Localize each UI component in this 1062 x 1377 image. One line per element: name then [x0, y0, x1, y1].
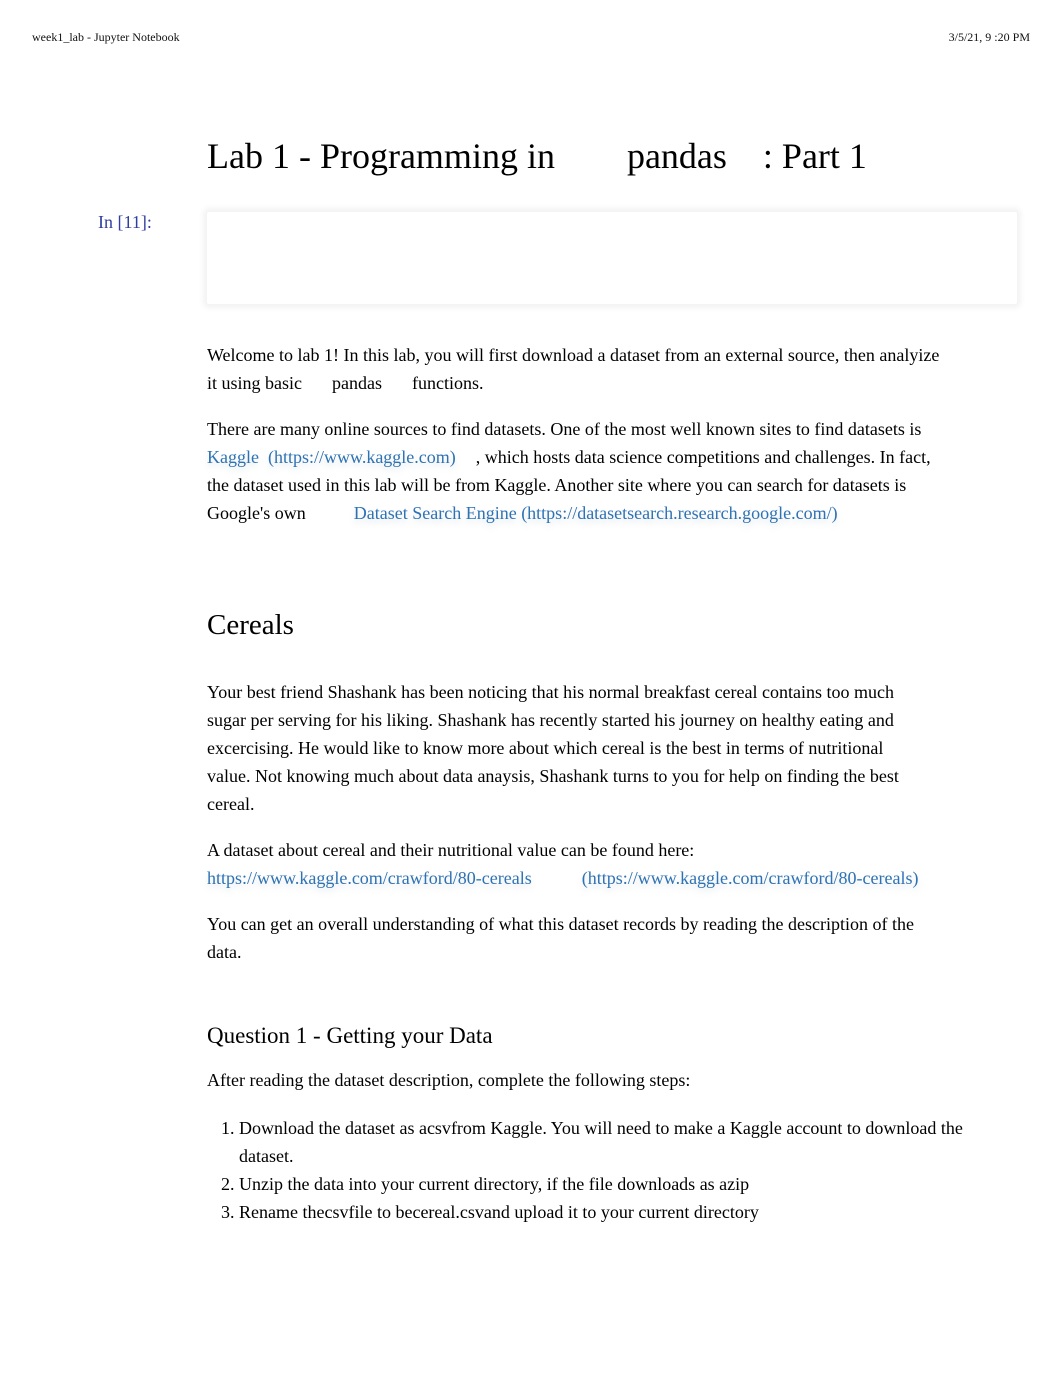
inline-code-csv: csv: [324, 1202, 349, 1222]
step-item: Unzip the data into your current directo…: [239, 1170, 999, 1198]
print-header: week1_lab - Jupyter Notebook 3/5/21, 9 :…: [32, 30, 1030, 46]
section-heading-cereals: Cereals: [207, 609, 294, 641]
kaggle-link[interactable]: Kaggle (https://www.kaggle.com): [207, 447, 456, 467]
question1-intro: After reading the dataset description, c…: [207, 1070, 691, 1090]
inline-code-pandas: pandas: [332, 373, 382, 393]
kaggle-link-text: Kaggle: [207, 447, 259, 467]
print-page-title: week1_lab - Jupyter Notebook: [32, 30, 180, 44]
intro-paragraph-1: Welcome to lab 1! In this lab, you will …: [207, 341, 947, 397]
intro-p2-text: There are many online sources to find da…: [207, 419, 922, 439]
title-text-part1: Lab 1 - Programming in: [207, 136, 555, 176]
cereals-paragraph-2: A dataset about cereal and their nutriti…: [207, 836, 1007, 892]
step-item: Rename thecsvfile to becereal.csvand upl…: [239, 1198, 999, 1226]
dataset-link-url: (https://www.kaggle.com/crawford/80-cere…: [581, 868, 919, 888]
cereals-p2-text: A dataset about cereal and their nutriti…: [207, 840, 695, 860]
step3-text-mid: file to be: [348, 1202, 413, 1222]
intro-paragraph-2: There are many online sources to find da…: [207, 415, 947, 527]
step3-text-end: and upload it to your current directory: [483, 1202, 759, 1222]
question1-heading: Question 1 - Getting your Data: [207, 1023, 493, 1048]
inline-code-zip: zip: [727, 1174, 750, 1194]
cereals-paragraph-1: Your best friend Shashank has been notic…: [207, 682, 899, 814]
notebook-title: Lab 1 - Programming in pandas : Part 1: [207, 134, 867, 178]
cereals-dataset-link[interactable]: https://www.kaggle.com/crawford/80-cerea…: [207, 868, 918, 888]
intro-p1-end: functions.: [411, 373, 484, 393]
dse-link-url: (https://datasetsearch.research.google.c…: [521, 503, 838, 523]
step-item: Download the dataset as acsvfrom Kaggle.…: [239, 1114, 999, 1170]
cereals-paragraph-3: You can get an overall understanding of …: [207, 914, 914, 962]
cell-prompt: In [11]:: [98, 212, 152, 232]
kaggle-link-url: (https://www.kaggle.com): [267, 447, 456, 467]
title-text-part2: : Part 1: [762, 136, 867, 176]
step1-text: Download the dataset as a: [239, 1118, 427, 1138]
step3-text: Rename the: [239, 1202, 325, 1222]
dse-link-text: Dataset Search Engine: [353, 503, 517, 523]
step2-text: Unzip the data into your current directo…: [239, 1174, 728, 1194]
dataset-search-engine-link[interactable]: Dataset Search Engine (https://datasetse…: [354, 503, 838, 523]
dataset-link-text: https://www.kaggle.com/crawford/80-cerea…: [207, 868, 532, 888]
print-datetime: 3/5/21, 9 :20 PM: [948, 30, 1030, 44]
question1-steps: Download the dataset as acsvfrom Kaggle.…: [207, 1114, 999, 1226]
code-cell-input[interactable]: [207, 212, 1017, 304]
title-code-pandas: pandas: [626, 136, 727, 176]
intro-p1-text: Welcome to lab 1! In this lab, you will …: [207, 345, 940, 393]
inline-code-csv: csv: [426, 1118, 451, 1138]
inline-code-cereal-csv: cereal.csv: [412, 1202, 484, 1222]
